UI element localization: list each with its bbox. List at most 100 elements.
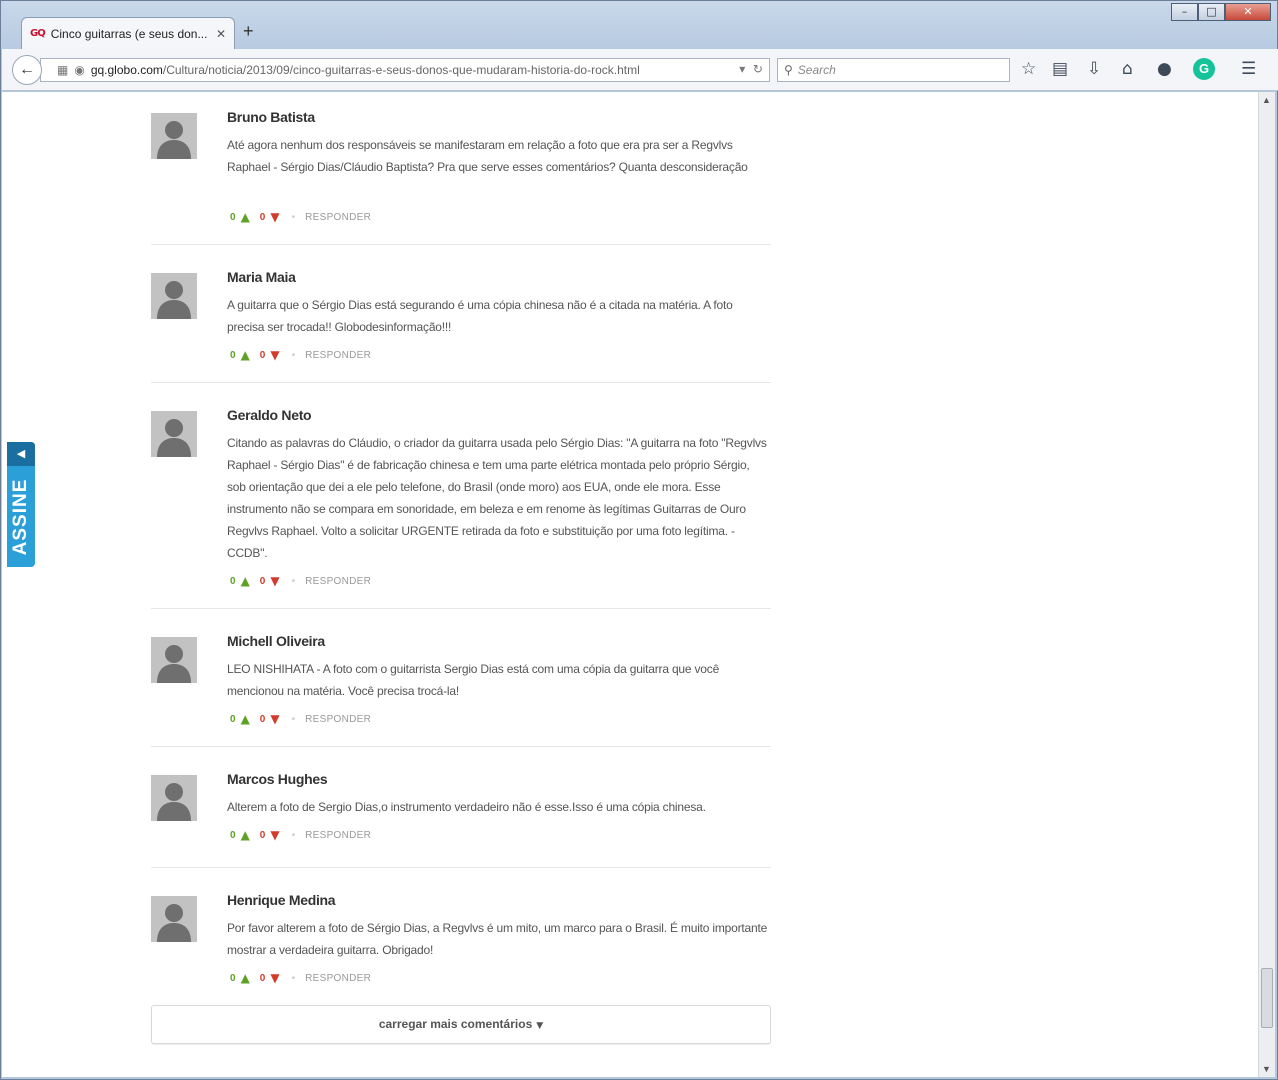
scroll-up-icon[interactable]: ▲ (1262, 95, 1271, 105)
avatar[interactable] (151, 896, 197, 942)
menu-icon[interactable]: ☰ (1241, 59, 1256, 79)
comment-author[interactable]: Maria Maia (227, 269, 296, 285)
new-tab-button[interactable]: + (243, 21, 254, 42)
page-scrollbar[interactable]: ▲ ▼ (1258, 92, 1275, 1077)
download-icon[interactable]: ⇩ (1087, 59, 1101, 79)
like-count: 0 (230, 349, 236, 361)
avatar[interactable] (151, 637, 197, 683)
star-icon[interactable]: ☆ (1021, 59, 1036, 79)
search-placeholder: Search (797, 63, 836, 77)
comment-author[interactable]: Michell Oliveira (227, 633, 325, 649)
dislike-count: 0 (259, 575, 266, 587)
bookmarks-icon[interactable]: ▤ (1052, 59, 1068, 79)
thumbs-up-icon[interactable]: ▲ (241, 971, 250, 985)
thumbs-down-icon[interactable]: ▼ (270, 828, 279, 842)
tab-title: Cinco guitarras (e seus don... (50, 26, 208, 41)
separator-dot: • (291, 575, 296, 587)
divider (151, 746, 771, 747)
comment-actions: 0 ▲ 0 ▼ • RESPONDER (230, 971, 371, 985)
like-count: 0 (230, 211, 236, 223)
load-more-label: carregar mais comentários (378, 1017, 533, 1031)
thumbs-up-icon[interactable]: ▲ (241, 210, 250, 224)
chevron-down-icon: ▼ (536, 1021, 544, 1031)
separator-dot: • (291, 713, 296, 725)
comment-text: Citando as palavras do Cláudio, o criado… (227, 436, 767, 560)
comment-actions: 0 ▲ 0 ▼ • RESPONDER (230, 828, 371, 842)
comment-author[interactable]: Bruno Batista (227, 109, 315, 125)
scroll-thumb[interactable] (1261, 968, 1273, 1028)
avatar[interactable] (151, 411, 197, 457)
reply-button[interactable]: RESPONDER (305, 830, 371, 841)
reply-button[interactable]: RESPONDER (305, 973, 371, 984)
avatar[interactable] (151, 775, 197, 821)
thumbs-down-icon[interactable]: ▼ (270, 210, 279, 224)
browser-tab[interactable]: GQ Cinco guitarras (e seus don... ✕ (21, 17, 235, 49)
search-icon: ⚲ (784, 63, 793, 77)
divider (151, 244, 771, 245)
comment-text: LEO NISHIHATA - A foto com o guitarrista… (227, 662, 720, 698)
reply-button[interactable]: RESPONDER (305, 714, 371, 725)
arrow-left-icon[interactable]: ◀ (7, 442, 35, 466)
url-path: /Cultura/noticia/2013/09/cinco-guitarras… (162, 63, 640, 77)
reply-button[interactable]: RESPONDER (305, 576, 371, 587)
close-window-icon[interactable]: ✕ (1225, 3, 1271, 21)
thumbs-up-icon[interactable]: ▲ (241, 574, 250, 588)
dislike-count: 0 (259, 829, 266, 841)
thumbs-down-icon[interactable]: ▼ (270, 574, 279, 588)
separator-dot: • (291, 829, 296, 841)
grammarly-icon[interactable]: G (1193, 58, 1215, 80)
separator-dot: • (291, 211, 296, 223)
thumbs-up-icon[interactable]: ▲ (241, 348, 250, 362)
comment-author[interactable]: Henrique Medina (227, 892, 336, 908)
separator-dot: • (291, 972, 296, 984)
comment-author[interactable]: Geraldo Neto (227, 407, 312, 423)
maximize-icon[interactable]: □ (1198, 3, 1225, 21)
comment-text: Por favor alterem a foto de Sérgio Dias,… (227, 921, 768, 957)
dislike-count: 0 (259, 972, 266, 984)
search-input[interactable]: ⚲ Search (777, 58, 1010, 82)
navigation-bar: ▦ ◉ gq.globo.com/Cultura/noticia/2013/09… (2, 49, 1278, 91)
scroll-down-icon[interactable]: ▼ (1262, 1064, 1271, 1074)
back-arrow-icon: ← (19, 61, 35, 78)
reply-button[interactable]: RESPONDER (305, 212, 371, 223)
back-button[interactable]: ← (12, 55, 42, 85)
divider (151, 867, 771, 868)
comment-author[interactable]: Marcos Hughes (227, 771, 328, 787)
load-more-comments-button[interactable]: carregar mais comentários ▼ (151, 1005, 771, 1044)
comment-actions: 0 ▲ 0 ▼ • RESPONDER (230, 574, 371, 588)
comment-text: A guitarra que o Sérgio Dias está segura… (227, 298, 733, 334)
reply-button[interactable]: RESPONDER (305, 350, 371, 361)
dislike-count: 0 (259, 349, 266, 361)
avatar[interactable] (151, 273, 197, 319)
comment-actions: 0 ▲ 0 ▼ • RESPONDER (230, 712, 371, 726)
browser-window: – □ ✕ GQ Cinco guitarras (e seus don... … (0, 0, 1278, 1080)
url-bar[interactable]: ▦ ◉ gq.globo.com/Cultura/noticia/2013/09… (40, 58, 770, 82)
comment-text: Alterem a foto de Sergio Dias,o instrume… (227, 800, 706, 814)
like-count: 0 (230, 829, 236, 841)
window-controls: – □ ✕ (1171, 3, 1271, 21)
dislike-count: 0 (259, 713, 266, 725)
url-host: gq.globo.com (90, 63, 163, 77)
thumbs-down-icon[interactable]: ▼ (270, 712, 279, 726)
like-count: 0 (230, 575, 236, 587)
globe-icon: ◉ (74, 63, 85, 77)
dislike-count: 0 (259, 211, 266, 223)
comment-actions: 0 ▲ 0 ▼ • RESPONDER (230, 210, 371, 224)
thumbs-up-icon[interactable]: ▲ (241, 828, 250, 842)
divider (151, 608, 771, 609)
like-count: 0 (230, 713, 236, 725)
reader-icon[interactable]: ▦ (57, 63, 68, 77)
avatar[interactable] (151, 113, 197, 159)
extension-icon[interactable]: ● (1157, 59, 1172, 79)
home-icon[interactable]: ⌂ (1122, 59, 1133, 79)
gq-logo-icon: GQ (30, 28, 46, 39)
thumbs-up-icon[interactable]: ▲ (241, 712, 250, 726)
assine-side-tab[interactable]: ◀ ASSINE (7, 442, 35, 567)
tab-close-icon[interactable]: ✕ (216, 27, 226, 41)
divider (151, 382, 771, 383)
thumbs-down-icon[interactable]: ▼ (270, 348, 279, 362)
thumbs-down-icon[interactable]: ▼ (270, 971, 279, 985)
reload-icon[interactable]: ▾ ↻ (739, 62, 763, 76)
minimize-icon[interactable]: – (1171, 3, 1198, 21)
comment-actions: 0 ▲ 0 ▼ • RESPONDER (230, 348, 371, 362)
